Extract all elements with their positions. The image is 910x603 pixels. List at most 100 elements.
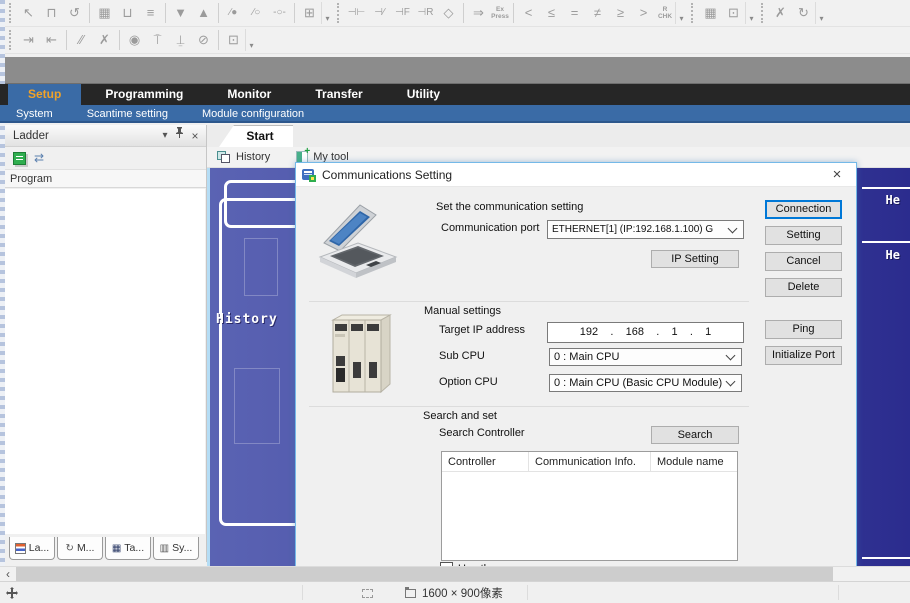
option-cpu-select[interactable]: 0 : Main CPU (Basic CPU Module) (549, 374, 742, 392)
scrollbar-thumb[interactable] (16, 567, 833, 582)
tree-item-program[interactable]: Program (5, 170, 206, 188)
sub-cpu-select[interactable]: 0 : Main CPU (549, 348, 742, 366)
column-header-module-name[interactable]: Module name (651, 452, 737, 471)
swap-lines-icon[interactable]: ⇄ (34, 151, 44, 165)
indent-in-icon[interactable]: ⇥ (17, 29, 40, 51)
toolbar-drag-handle[interactable] (761, 3, 765, 23)
loop-icon[interactable]: ↻ (792, 2, 815, 24)
rung-lines-icon[interactable]: ≡ (139, 2, 162, 24)
slash-contact-filled-icon[interactable]: ∕● (222, 2, 245, 24)
tab-tag[interactable]: ▦ Ta... (105, 537, 151, 560)
no-contact-icon[interactable]: ⊣⊢ (345, 2, 368, 24)
comment-icon[interactable]: ∕∕ (70, 29, 93, 51)
watch-view-icon[interactable]: ⊡ (722, 2, 745, 24)
new-program-icon[interactable] (13, 152, 26, 165)
compare-gt-icon[interactable]: > (632, 2, 655, 24)
close-icon[interactable]: × (188, 125, 202, 147)
menu-tab-programming[interactable]: Programming (85, 84, 203, 105)
submenu-item-scantime-setting[interactable]: Scantime setting (87, 105, 168, 121)
slash-contact-open-icon[interactable]: ∕○ (245, 2, 268, 24)
history-button[interactable]: History (217, 151, 270, 164)
menu-tab-monitor[interactable]: Monitor (207, 84, 291, 105)
toolbar-drag-handle[interactable] (9, 3, 13, 23)
reg-check-icon[interactable]: R CHK (655, 2, 675, 24)
tab-start[interactable]: Start (219, 125, 293, 147)
chevron-down-icon (726, 351, 736, 361)
dialog-title-bar[interactable]: Communications Setting × (296, 163, 856, 187)
submenu-item-module-configuration[interactable]: Module configuration (202, 105, 304, 121)
tab-monitor[interactable]: ↻ M... (57, 537, 103, 560)
toolbar-overflow-chevron-icon[interactable]: ▾ (321, 2, 333, 24)
push-down-icon[interactable]: ▼ (169, 2, 192, 24)
toolbar-overflow-chevron-icon[interactable]: ▾ (245, 29, 257, 51)
manual-settings-heading: Manual settings (424, 304, 501, 318)
setting-button[interactable]: Setting (765, 226, 842, 245)
compare-lt-icon[interactable]: < (517, 2, 540, 24)
select-icon[interactable]: ↖ (17, 2, 40, 24)
toolbar-drag-handle[interactable] (337, 3, 341, 23)
close-icon[interactable]: × (828, 166, 846, 183)
push-up-icon[interactable]: ▲ (192, 2, 215, 24)
expression-arrow-icon[interactable]: ⇒ (467, 2, 490, 24)
submenu-item-system[interactable]: System (16, 105, 53, 121)
communication-port-select[interactable]: ETHERNET[1] (IP:192.168.1.100) G (547, 220, 744, 239)
pin-icon[interactable] (172, 125, 186, 147)
indent-out-icon[interactable]: ⇤ (40, 29, 63, 51)
open-contact-icon[interactable]: ⊓ (40, 2, 63, 24)
cut-icon[interactable]: ✗ (769, 2, 792, 24)
menu-tab-utility[interactable]: Utility (387, 84, 460, 105)
tab-ladder[interactable]: La... (9, 537, 55, 560)
ladder-tree-area[interactable] (5, 189, 205, 534)
toolbar-overflow-chevron-icon[interactable]: ▾ (815, 2, 827, 24)
compare-ge-icon[interactable]: ≥ (609, 2, 632, 24)
compare-le-icon[interactable]: ≤ (540, 2, 563, 24)
controller-table-header: Controller Communication Info. Module na… (442, 452, 737, 472)
initialize-port-button[interactable]: Initialize Port (765, 346, 842, 365)
chevron-down-icon[interactable]: ▾ (158, 125, 172, 147)
controller-table[interactable]: Controller Communication Info. Module na… (441, 451, 738, 561)
table-view-icon[interactable]: ▦ (699, 2, 722, 24)
connection-button[interactable]: Connection (765, 200, 842, 219)
delete-cross-icon[interactable]: ✗ (93, 29, 116, 51)
document-tab-bar: Start (207, 125, 910, 147)
move-cross-icon[interactable] (6, 587, 18, 602)
section-divider (309, 301, 749, 302)
nc-contact-icon[interactable]: ⊣∕ (368, 2, 391, 24)
rising-edge-icon[interactable]: ⊣F (391, 2, 414, 24)
falling-edge-icon[interactable]: ⊣R (414, 2, 437, 24)
toolbar-separator (218, 3, 219, 23)
menu-tab-setup[interactable]: Setup (8, 84, 81, 105)
branch-icon[interactable]: ⊔ (116, 2, 139, 24)
column-header-controller[interactable]: Controller (442, 452, 529, 471)
column-header-communication-info[interactable]: Communication Info. (529, 452, 651, 471)
horizontal-scrollbar[interactable]: ‹ (0, 566, 910, 581)
rotate-block-icon[interactable]: ↺ (63, 2, 86, 24)
erase-icon[interactable]: ⊘ (192, 29, 215, 51)
tab-tag-label: Ta... (124, 542, 144, 554)
toolbar-drag-handle[interactable] (9, 30, 13, 50)
toolbar-overflow-chevron-icon[interactable]: ▾ (745, 2, 757, 24)
module-grid-icon[interactable]: ▦ (93, 2, 116, 24)
ex-press-icon[interactable]: Ex Press (490, 2, 510, 24)
target-ip-input[interactable]: 192 . 168 . 1 . 1 (547, 322, 744, 343)
tab-system[interactable]: ▥ Sy... (153, 537, 199, 560)
function-block-icon[interactable]: ⊞ (298, 2, 321, 24)
ip-setting-button[interactable]: IP Setting (651, 250, 739, 268)
menu-tab-transfer[interactable]: Transfer (295, 84, 382, 105)
cancel-button[interactable]: Cancel (765, 252, 842, 271)
compare-eq-icon[interactable]: = (563, 2, 586, 24)
toolbar-drag-handle[interactable] (691, 3, 695, 23)
history-panel-title: History (216, 312, 278, 327)
ping-button[interactable]: Ping (765, 320, 842, 339)
search-button[interactable]: Search (651, 426, 739, 444)
inline-coil-icon[interactable]: -○- (268, 2, 291, 24)
return-block-icon[interactable]: ⊡ (222, 29, 245, 51)
scroll-left-arrow[interactable]: ‹ (0, 567, 16, 582)
toolbar-overflow-chevron-icon[interactable]: ▾ (675, 2, 687, 24)
stamp-up-icon[interactable]: ⍑ (146, 29, 169, 51)
jump-point-icon[interactable]: ◉ (123, 29, 146, 51)
compare-ne-icon[interactable]: ≠ (586, 2, 609, 24)
stamp-down-icon[interactable]: ⍊ (169, 29, 192, 51)
output-coil-icon[interactable]: ◇ (437, 2, 460, 24)
delete-button[interactable]: Delete (765, 278, 842, 297)
